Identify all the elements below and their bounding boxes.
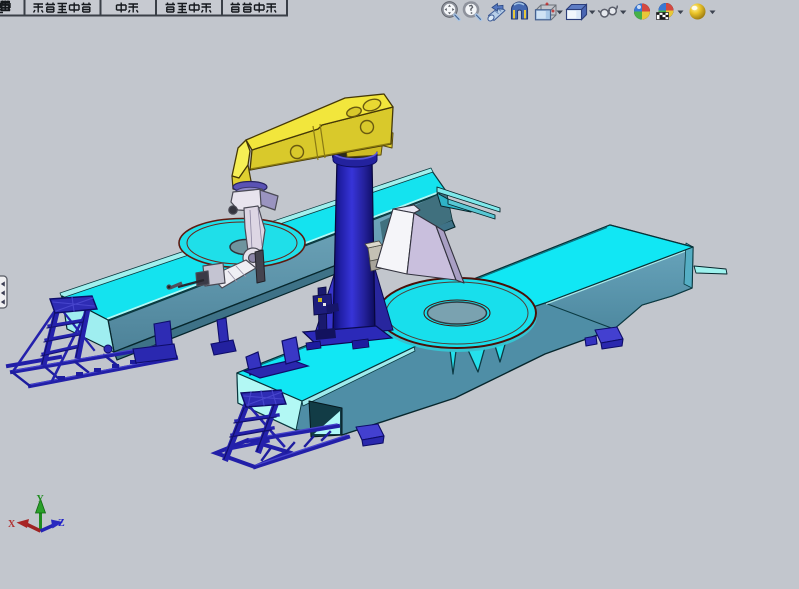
svg-text:Z: Z bbox=[58, 518, 65, 529]
svg-text:Y: Y bbox=[37, 494, 45, 505]
svg-text:X: X bbox=[8, 519, 16, 530]
